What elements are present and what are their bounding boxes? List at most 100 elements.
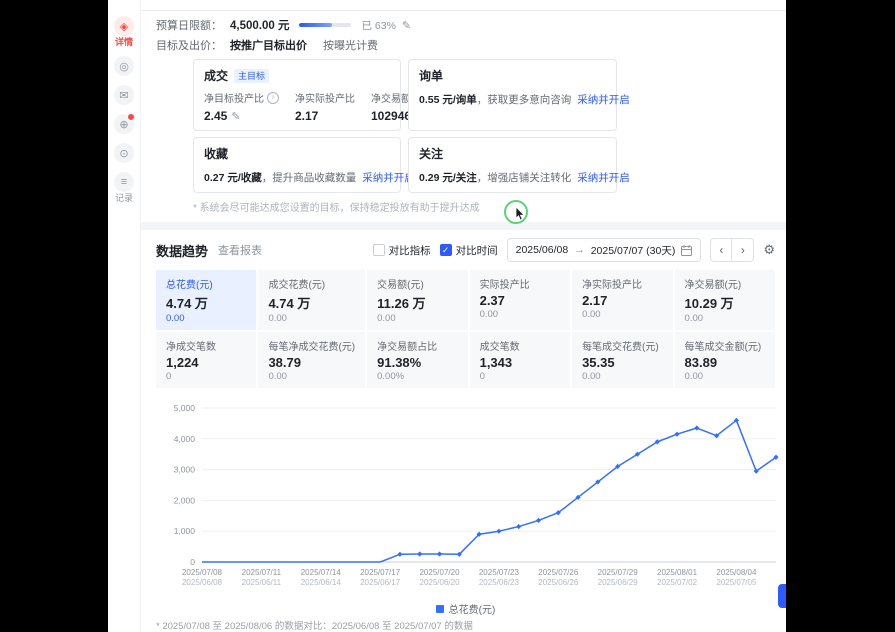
goal-price: 0.27 元/收藏 (204, 172, 262, 184)
metric-label: 成交笔数 (480, 338, 560, 353)
metric-card[interactable]: 总花费(元)4.74 万0.00 (156, 270, 256, 330)
svg-text:2025/07/14: 2025/07/14 (301, 568, 342, 577)
bid-target-row: 目标及出价： 按推广目标出价 按曝光计费 (141, 35, 786, 55)
prev-period-button[interactable]: ‹ (710, 238, 732, 262)
sidebar-item-label: 记录 (115, 193, 133, 203)
metric-label: 净实际投产比 (582, 276, 662, 291)
goal-price: 0.55 元/询单 (419, 94, 477, 106)
metric-card[interactable]: 成交笔数1,3430 (470, 332, 570, 388)
section-divider (141, 222, 786, 230)
sidebar-item[interactable]: ◎ (114, 56, 134, 76)
goal-desc: ，获取更多意向咨询 (477, 94, 572, 106)
metric-card[interactable]: 每笔成交花费(元)35.350.00 (572, 332, 672, 388)
adopt-enable-link[interactable]: 采纳并开启 (362, 172, 415, 184)
history-icon: ⊙ (114, 143, 134, 163)
settings-icon[interactable]: ⚙ (763, 242, 775, 258)
sidebar-item[interactable]: ✉ (114, 85, 134, 105)
budget-progress-fill (299, 23, 332, 27)
metric-card[interactable]: 成交花费(元) 4.74 万0.00 (258, 270, 365, 330)
goal-card-favorite[interactable]: 收藏 0.27 元/收藏，提升商品收藏数量采纳并开启 (193, 137, 401, 193)
legend-swatch (436, 605, 444, 613)
tab-bid-by-goal[interactable]: 按推广目标出价 (230, 37, 307, 53)
system-note: * 系统会尽可能达成您设置的目标，保持稳定投放有助于提升达成 (193, 199, 786, 214)
checkbox-unchecked-icon[interactable] (373, 244, 385, 256)
metric-value: 1,224 (166, 355, 246, 370)
metric-compare-value: 0.00 (268, 313, 355, 324)
svg-text:2025/07/26: 2025/07/26 (538, 568, 579, 577)
metric-label: 实际投产比 (480, 276, 560, 291)
floating-panel-handle[interactable] (778, 584, 786, 608)
svg-text:2025/07/02: 2025/07/02 (657, 578, 698, 587)
mouse-cursor-icon (515, 207, 527, 221)
svg-text:2025/07/17: 2025/07/17 (360, 568, 401, 577)
svg-text:2025/06/23: 2025/06/23 (479, 578, 520, 587)
svg-text:0: 0 (190, 557, 195, 567)
check-icon: ✓ (442, 245, 450, 256)
sidebar-item-记录[interactable]: ≡记录 (114, 172, 134, 203)
metric-card[interactable]: 净实际投产比2.170.00 (572, 270, 672, 330)
compare-metric-label: 对比指标 (389, 243, 431, 258)
sidebar-item[interactable]: ⊙ (114, 143, 134, 163)
metric-label: 净目标投产比 (204, 90, 264, 105)
svg-text:2025/07/29: 2025/07/29 (598, 568, 639, 577)
metric-compare-value: 0.00 (377, 313, 457, 324)
metric-card[interactable]: 净成交笔数1,2240 (156, 332, 256, 388)
screen: ◈详情◎✉⊕⊙≡记录 预算日限额： 4,500.00 元 已 63% ✎ 目标及… (0, 0, 895, 632)
footnotes: * 2025/07/08 至 2025/08/06 的数据对比：2025/06/… (156, 620, 775, 632)
goal-card-deal[interactable]: 成交 主目标 净目标投产比i 2.45✎ 净实际投产比 2.17 (193, 59, 401, 131)
metric-label: 成交花费(元) (268, 276, 355, 291)
metric-label: 净交易额(元) (685, 276, 765, 291)
metric-card[interactable]: 净交易额(元)10.29 万0.00 (675, 270, 775, 330)
budget-value: 4,500.00 元 (230, 17, 289, 33)
svg-text:4,000: 4,000 (174, 434, 196, 444)
click-indicator (504, 200, 528, 224)
svg-text:2025/07/20: 2025/07/20 (419, 568, 460, 577)
goal-card-follow[interactable]: 关注 0.29 元/关注，增强店铺关注转化采纳并开启 (408, 137, 617, 193)
date-range-picker[interactable]: 2025/06/08 → 2025/07/07 (30天) (507, 238, 702, 262)
sidebar-item-label: 详情 (115, 37, 133, 47)
metric-value: 2.37 (480, 293, 560, 308)
metric-card[interactable]: 每笔净成交花费(元)38.790.00 (258, 332, 365, 388)
operation-log-icon: ≡ (114, 172, 134, 192)
edit-target-roi-icon[interactable]: ✎ (231, 110, 240, 123)
checkbox-checked-icon[interactable]: ✓ (440, 244, 452, 256)
metric-card[interactable]: 交易额(元)11.26 万0.00 (367, 270, 467, 330)
budget-progress-bar (299, 23, 351, 27)
compare-time-toggle[interactable]: ✓ 对比时间 (440, 243, 498, 258)
metric-value: 4.74 万 (268, 293, 355, 312)
metric-compare-value: 0 (480, 371, 560, 382)
compare-metric-toggle[interactable]: 对比指标 (373, 243, 431, 258)
metric-card[interactable]: 净交易额占比91.38%0.00% (367, 332, 467, 388)
adopt-enable-link[interactable]: 采纳并开启 (577, 172, 630, 184)
metric-compare-value: 0.00 (268, 371, 355, 382)
sidebar-item[interactable]: ⊕ (114, 114, 134, 134)
trend-chart: 01,0002,0003,0004,0005,0002025/07/082025… (156, 398, 786, 596)
app-window: ◈详情◎✉⊕⊙≡记录 预算日限额： 4,500.00 元 已 63% ✎ 目标及… (108, 0, 786, 632)
tab-bid-by-exposure[interactable]: 按曝光计费 (323, 37, 378, 53)
next-period-button[interactable]: › (732, 238, 754, 262)
goal-card-title: 关注 (419, 145, 443, 162)
sidebar-item-详情[interactable]: ◈详情 (114, 16, 134, 47)
info-icon[interactable]: i (267, 92, 279, 104)
diagnose-icon: ⊕ (114, 114, 134, 134)
metric-value: 35.35 (582, 355, 662, 370)
goal-card-inquiry[interactable]: 询单 0.55 元/询单，获取更多意向咨询采纳并开启 (408, 59, 617, 131)
metric-card-grid: 总花费(元)4.74 万0.00成交花费(元)4.74 万0.00交易额(元)1… (156, 270, 775, 388)
edit-budget-icon[interactable]: ✎ (402, 19, 411, 32)
metric-compare-value: 0.00 (685, 313, 765, 324)
trend-controls: 对比指标 ✓ 对比时间 2025/06/08 → 2025/07/07 (30天… (373, 238, 775, 262)
chart-legend[interactable]: 总花费(元) (156, 601, 775, 616)
bid-target-label: 目标及出价： (156, 37, 222, 53)
metric-label: 每笔净成交花费(元) (268, 338, 355, 353)
trend-title: 数据趋势 (156, 241, 208, 260)
metric-label: 交易额(元) (377, 276, 457, 291)
metric-card[interactable]: 实际投产比 2.370.00 (470, 270, 570, 330)
metric-compare-value: 0.00 (480, 309, 560, 320)
metric-value: 91.38% (377, 355, 457, 370)
view-report-link[interactable]: 查看报表 (218, 242, 262, 258)
metric-card[interactable]: 每笔成交金额(元)83.890.00 (675, 332, 775, 388)
adopt-enable-link[interactable]: 采纳并开启 (577, 94, 630, 106)
metric-compare-value: 0.00% (377, 371, 457, 382)
compare-time-label: 对比时间 (456, 243, 498, 258)
metric-compare-value: 0.00 (685, 371, 765, 382)
